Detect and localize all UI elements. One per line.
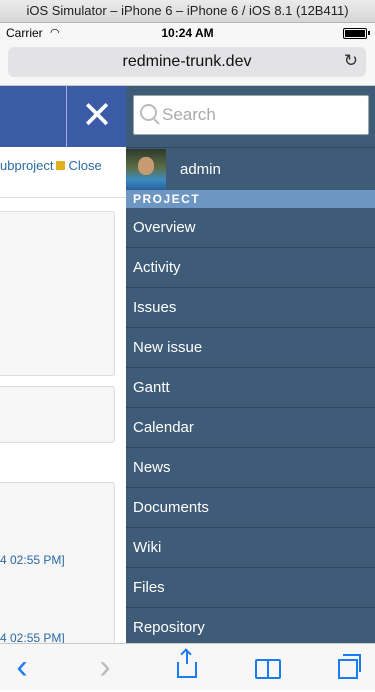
tabs-icon [338,654,361,679]
back-button[interactable]: ‹ [0,644,52,690]
sidebar-item-new-issue[interactable]: New issue [126,328,375,368]
sidebar-item-repository[interactable]: Repository [126,608,375,643]
sidebar-item-news[interactable]: News [126,448,375,488]
url-text[interactable]: redmine-trunk.dev [8,53,366,71]
project-actions: ubproject Close [0,158,126,173]
share-button[interactable] [157,644,217,690]
safari-toolbar: ‹ › [0,643,375,690]
sidebar-item-overview[interactable]: Overview [126,208,375,248]
address-bar[interactable]: redmine-trunk.dev ↻ [8,47,366,77]
sidebar-item-gantt[interactable]: Gantt [126,368,375,408]
share-icon [177,650,197,678]
sidebar-item-calendar[interactable]: Calendar [126,408,375,448]
close-project-link[interactable]: Close [68,158,101,173]
book-icon [255,659,281,679]
status-time: 10:24 AM [161,26,214,40]
timestamp-link[interactable]: 4 02:55 PM] [0,553,65,567]
search-box[interactable] [133,95,369,135]
sidebar-item-wiki[interactable]: Wiki [126,528,375,568]
close-sidebar-button[interactable]: ✕ [66,86,126,147]
chevron-right-icon: › [99,648,111,686]
simulator-title: iOS Simulator – iPhone 6 – iPhone 6 / iO… [0,0,375,23]
status-bar: Carrier ◠ 10:24 AM [0,23,375,43]
tabs-button[interactable] [318,644,375,690]
content-box [0,211,115,376]
sidebar-item-documents[interactable]: Documents [126,488,375,528]
timestamp-link[interactable]: 4 02:55 PM] [0,631,65,643]
new-subproject-link[interactable]: ubproject [0,158,53,173]
chevron-left-icon: ‹ [16,648,28,686]
divider [0,197,126,198]
browser-chrome: redmine-trunk.dev ↻ [0,43,375,86]
sidebar: admin PROJECT Overview Activity Issues N… [126,86,375,643]
lock-icon [56,161,66,170]
sidebar-item-issues[interactable]: Issues [126,288,375,328]
search-input[interactable] [160,102,364,128]
username[interactable]: admin [180,161,221,178]
sidebar-item-activity[interactable]: Activity [126,248,375,288]
content-box [0,386,115,443]
battery-icon [343,28,367,39]
page-content: ✕ ubproject Close 4 02:55 PM] 4 02:55 PM] [0,86,126,643]
search-icon [140,104,157,121]
battery-nub [368,31,370,35]
user-row[interactable]: admin [126,147,375,191]
forward-button[interactable]: › [75,644,135,690]
search-area [126,86,375,147]
avatar [126,149,166,190]
bookmarks-button[interactable] [238,644,298,690]
reload-icon[interactable]: ↻ [344,51,358,71]
sidebar-item-files[interactable]: Files [126,568,375,608]
section-header-project: PROJECT [126,190,375,208]
